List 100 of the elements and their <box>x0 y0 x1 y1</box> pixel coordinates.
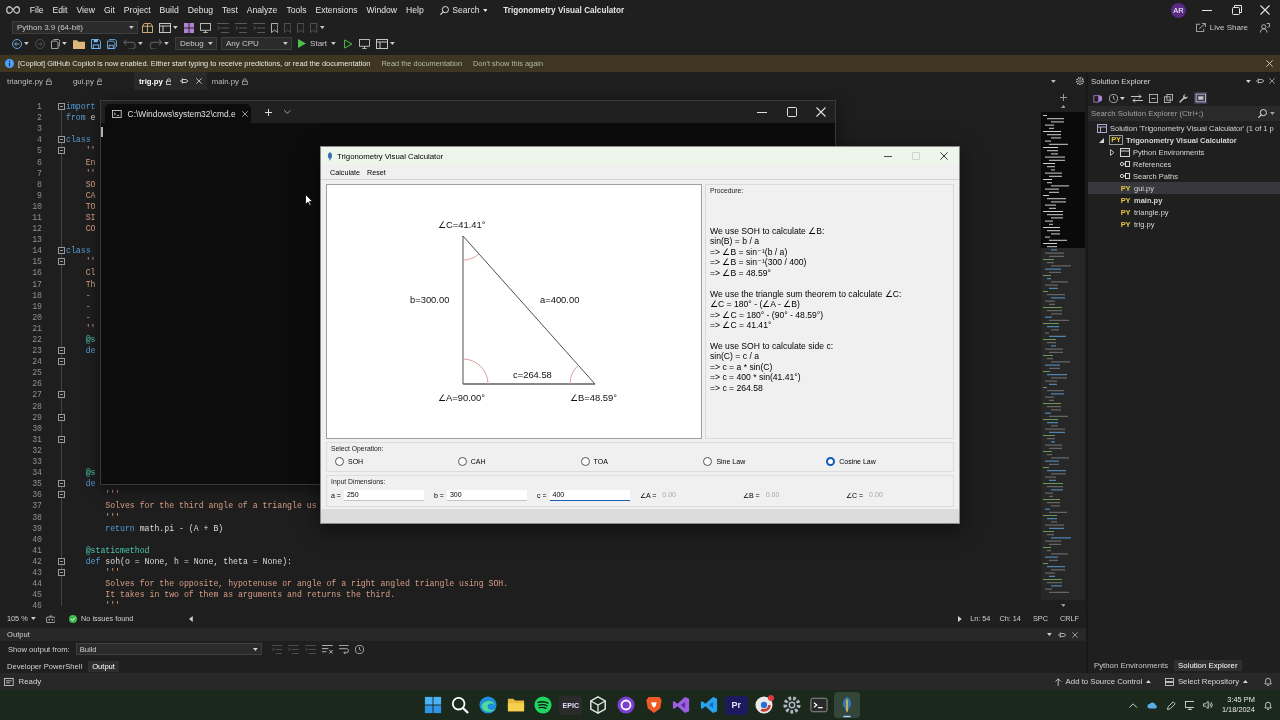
caret-icon[interactable] <box>1245 79 1251 83</box>
collapse-icon[interactable] <box>58 480 65 488</box>
ring-icon[interactable] <box>616 696 635 714</box>
gear-icon[interactable] <box>782 696 801 714</box>
menu-item[interactable]: Help <box>401 5 429 15</box>
menu-item[interactable]: File <box>25 5 49 15</box>
live-share-button[interactable]: Live Share <box>1195 23 1248 32</box>
collapse-icon[interactable] <box>58 413 65 421</box>
radio-button[interactable] <box>703 457 713 466</box>
grid-icon[interactable] <box>183 22 194 33</box>
collapse-icon[interactable] <box>58 136 65 144</box>
shield-icon[interactable] <box>644 696 663 714</box>
app-tile[interactable]: Pr <box>724 695 748 715</box>
caret-icon[interactable] <box>129 26 134 29</box>
collapse-icon[interactable] <box>1148 93 1158 103</box>
menu-item[interactable]: Debug <box>183 5 218 15</box>
menu-item[interactable]: Test <box>217 5 243 15</box>
menu-item[interactable]: Window <box>362 5 402 15</box>
maximize-icon[interactable] <box>787 107 797 117</box>
menu-item[interactable]: Tools <box>281 5 311 15</box>
terminal-icon[interactable] <box>810 696 829 714</box>
orb-icon[interactable] <box>754 696 773 714</box>
ribbon-icon[interactable] <box>672 696 691 714</box>
collapse-icon[interactable] <box>58 103 65 111</box>
radio-button[interactable] <box>826 457 836 466</box>
collapse-icon[interactable] <box>58 435 65 443</box>
menu-item[interactable]: Extensions <box>310 5 362 15</box>
expanded-arrow-icon[interactable] <box>1098 137 1104 143</box>
clear-icon[interactable] <box>322 644 333 654</box>
menu-item[interactable]: Git <box>99 5 120 15</box>
wrench-icon[interactable] <box>1178 93 1188 103</box>
settings-icon[interactable] <box>1076 77 1084 85</box>
collapsed-arrow-icon[interactable] <box>1109 148 1115 156</box>
search-button[interactable]: Search <box>440 5 488 15</box>
save-all-icon[interactable] <box>106 38 117 49</box>
wrap-icon[interactable] <box>338 644 349 654</box>
minimize-icon[interactable] <box>1202 9 1212 11</box>
monitor-icon[interactable] <box>1184 700 1195 710</box>
pages-icon[interactable] <box>1163 93 1173 103</box>
back-icon[interactable] <box>12 38 22 49</box>
bell-icon[interactable] <box>1263 700 1272 710</box>
scroll-down-icon[interactable] <box>1060 604 1066 607</box>
caret-icon[interactable] <box>283 42 288 45</box>
package-icon[interactable] <box>142 22 153 33</box>
clock-icon[interactable] <box>1108 93 1118 103</box>
collapse-icon[interactable] <box>58 258 65 266</box>
caret-icon[interactable] <box>1046 633 1052 636</box>
minimize-icon[interactable] <box>884 155 892 157</box>
menu-item[interactable]: Edit <box>48 5 72 15</box>
bookmark-icon[interactable] <box>270 22 278 33</box>
scroll-right-icon[interactable] <box>958 615 963 622</box>
search-icon[interactable] <box>451 696 470 714</box>
chevron-down-icon[interactable] <box>284 110 291 114</box>
robot-icon[interactable] <box>45 614 56 623</box>
window-icon[interactable] <box>4 677 14 686</box>
monitor-icon[interactable] <box>199 22 211 33</box>
chevron-up-icon[interactable] <box>1129 702 1138 708</box>
sync-icon[interactable] <box>1130 93 1143 103</box>
radio-button[interactable] <box>580 457 590 466</box>
caret-icon[interactable] <box>1051 79 1056 83</box>
collapse-icon[interactable] <box>58 557 65 565</box>
toolbar-dropdown[interactable]: Any CPU <box>221 37 292 50</box>
menu-item[interactable]: Analyze <box>242 5 282 15</box>
ribbon-icon[interactable] <box>699 696 718 714</box>
collapse-icon[interactable] <box>58 247 65 255</box>
folder-icon[interactable] <box>72 38 85 49</box>
collapse-icon[interactable] <box>58 569 65 576</box>
solution-icon[interactable] <box>1093 93 1103 103</box>
documents-icon[interactable] <box>50 38 60 49</box>
cloud-icon[interactable] <box>1146 701 1158 709</box>
window-icon[interactable] <box>158 22 171 33</box>
minimize-icon[interactable] <box>757 111 767 113</box>
radio-button[interactable] <box>335 457 344 466</box>
plus-icon[interactable] <box>1059 94 1067 101</box>
caret-icon[interactable] <box>331 42 336 45</box>
play-outline-icon[interactable] <box>343 38 353 49</box>
start-icon[interactable] <box>423 696 442 714</box>
menu-item[interactable]: Build <box>155 5 184 15</box>
window-icon[interactable] <box>375 38 388 49</box>
collapse-icon[interactable] <box>58 391 65 399</box>
menu-item[interactable]: View <box>71 5 100 15</box>
scroll-left-icon[interactable] <box>189 615 194 622</box>
terminal-tab[interactable]: C:\Windows\system32\cmd.e <box>105 104 251 123</box>
collapse-icon[interactable] <box>58 147 65 155</box>
pin-icon[interactable] <box>1057 631 1066 638</box>
feather-icon[interactable] <box>833 692 860 718</box>
caret-icon[interactable] <box>1119 96 1125 100</box>
minimap-drawing[interactable] <box>1041 112 1085 600</box>
pen-icon[interactable] <box>1166 700 1176 710</box>
bell-icon[interactable] <box>1263 677 1272 686</box>
folder-icon[interactable] <box>506 696 525 714</box>
collapse-icon[interactable] <box>58 491 65 499</box>
toolbar-dropdown[interactable]: Python 3.9 (64-bit) <box>12 21 138 34</box>
close-icon[interactable] <box>940 152 948 160</box>
clock-icon[interactable] <box>354 644 364 654</box>
cube-icon[interactable] <box>589 696 608 714</box>
swirl-icon[interactable] <box>479 696 497 714</box>
caret-icon[interactable] <box>172 26 178 29</box>
restore-icon[interactable] <box>1232 5 1242 15</box>
start-button[interactable]: Start <box>296 39 338 48</box>
